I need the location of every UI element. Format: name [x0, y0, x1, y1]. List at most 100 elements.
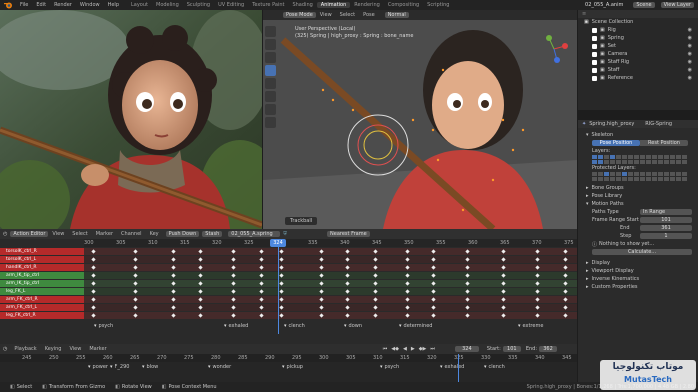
layer-toggle[interactable]	[604, 160, 609, 164]
scene-selector[interactable]: Scene	[633, 2, 655, 8]
keyframe-diamond[interactable]	[345, 304, 350, 310]
marker[interactable]: ▾ psych	[380, 364, 399, 370]
channel-name[interactable]: handIK_ctrl_R	[0, 263, 84, 271]
layer-toggle[interactable]	[610, 172, 615, 176]
layer-toggle[interactable]	[598, 172, 603, 176]
keyframe-diamond[interactable]	[405, 264, 410, 270]
pose-position-button[interactable]: Pose Position	[592, 140, 640, 146]
layer-toggle[interactable]	[622, 155, 627, 159]
channel-row[interactable]: handIK_ctrl_R	[0, 263, 577, 271]
keyframe-diamond[interactable]	[373, 312, 378, 318]
keyframe-diamond[interactable]	[345, 280, 350, 286]
keyframe-diamond[interactable]	[563, 280, 568, 286]
frame-step-field[interactable]: 1	[640, 233, 692, 239]
keyframe-diamond[interactable]	[91, 248, 96, 254]
layer-toggle[interactable]	[664, 155, 669, 159]
layer-toggle[interactable]	[628, 160, 633, 164]
keyframe-diamond[interactable]	[198, 248, 203, 254]
keyframe-diamond[interactable]	[501, 264, 506, 270]
blender-logo-icon[interactable]	[3, 1, 13, 9]
keyframe-diamond[interactable]	[171, 256, 176, 262]
keyframe-diamond[interactable]	[319, 280, 324, 286]
keyframe-diamond[interactable]	[431, 304, 436, 310]
layer-toggle[interactable]	[652, 155, 657, 159]
3d-viewport[interactable]: Pose Mode View Select Pose Normal User Per…	[263, 10, 577, 229]
panel-custom-properties[interactable]: ▸ Custom Properties	[578, 283, 698, 291]
dopesheet-menu-view[interactable]: View	[48, 231, 68, 237]
keyframe-diamond[interactable]	[231, 272, 236, 278]
outliner-item[interactable]: ▣ Staff Rig ◉	[578, 58, 698, 66]
keyframe-diamond[interactable]	[563, 264, 568, 270]
action-editor-selector[interactable]: Action Editor	[10, 231, 49, 237]
keyframe-diamond[interactable]	[279, 280, 284, 286]
channel-name[interactable]: arm_IK_tip_ctrl	[0, 279, 84, 287]
keyframe-diamond[interactable]	[279, 264, 284, 270]
layer-toggle[interactable]	[628, 155, 633, 159]
layer-toggle[interactable]	[676, 155, 681, 159]
layer-toggle[interactable]	[676, 172, 681, 176]
measure-tool-icon[interactable]	[265, 117, 276, 128]
keyframe-diamond[interactable]	[431, 280, 436, 286]
outliner-item[interactable]: ▣ Spring ◉	[578, 34, 698, 42]
snapping-selector[interactable]: Nearest Frame	[327, 231, 370, 237]
keyframe-diamond[interactable]	[563, 288, 568, 294]
keyframe-diamond[interactable]	[465, 280, 470, 286]
jump-end-icon[interactable]: ⏭	[428, 346, 437, 352]
layer-toggle[interactable]	[640, 172, 645, 176]
marker[interactable]: ▾ clench	[284, 323, 305, 329]
channel-row[interactable]: arm_IK_tip_ctrl	[0, 271, 577, 279]
workspace-tab-scripting[interactable]: Scripting	[423, 2, 453, 8]
keyframe-diamond[interactable]	[198, 280, 203, 286]
layer-toggle[interactable]	[616, 155, 621, 159]
layer-toggle[interactable]	[622, 177, 627, 181]
rest-position-button[interactable]: Rest Position	[640, 140, 688, 146]
checkbox-icon[interactable]	[592, 75, 597, 81]
end-frame-field[interactable]: 362	[539, 346, 557, 352]
keyframe-diamond[interactable]	[535, 264, 540, 270]
layer-toggle[interactable]	[682, 172, 687, 176]
layer-toggle[interactable]	[604, 155, 609, 159]
outliner-item[interactable]: ▣ Rig ◉	[578, 26, 698, 34]
layer-toggle[interactable]	[634, 177, 639, 181]
channel-name[interactable]: leg_FK_ctrl_R	[0, 311, 84, 319]
eye-icon[interactable]: ◉	[688, 75, 692, 81]
dopesheet-menu-key[interactable]: Key	[146, 231, 163, 237]
layer-toggle[interactable]	[676, 177, 681, 181]
timeline-editor-icon[interactable]: ◷	[3, 346, 7, 352]
subpanel-bone-groups[interactable]: ▸ Bone Groups	[578, 184, 698, 192]
menu-edit[interactable]: Edit	[32, 2, 50, 8]
dopesheet-menu-marker[interactable]: Marker	[92, 231, 117, 237]
action-name-field[interactable]: 02_055_A.spring	[228, 231, 281, 237]
prev-key-icon[interactable]: ◀◆	[389, 346, 401, 352]
keyframe-diamond[interactable]	[133, 248, 138, 254]
marker[interactable]: ▾ blow	[142, 364, 158, 370]
layer-toggle[interactable]	[616, 160, 621, 164]
layer-toggle[interactable]	[664, 177, 669, 181]
start-frame-field[interactable]: 101	[502, 346, 521, 352]
layer-toggle[interactable]	[658, 177, 663, 181]
layer-toggle[interactable]	[598, 160, 603, 164]
view-layer-selector[interactable]: View Layer	[660, 2, 694, 8]
layer-toggle[interactable]	[664, 160, 669, 164]
channel-keyframe-lane[interactable]	[84, 271, 577, 279]
layer-toggle[interactable]	[610, 155, 615, 159]
channel-keyframe-lane[interactable]	[84, 303, 577, 311]
keyframe-diamond[interactable]	[133, 280, 138, 286]
layer-toggle[interactable]	[664, 172, 669, 176]
layer-toggle[interactable]	[652, 172, 657, 176]
marker[interactable]: ▾ pickup	[282, 364, 303, 370]
marker[interactable]: ▾ clench	[484, 364, 505, 370]
keyframe-diamond[interactable]	[171, 248, 176, 254]
layer-toggle[interactable]	[646, 160, 651, 164]
keyframe-diamond[interactable]	[231, 256, 236, 262]
menu-help[interactable]: Help	[104, 2, 123, 8]
channel-name[interactable]: arm_FK_ctrl_R	[0, 295, 84, 303]
keyframe-diamond[interactable]	[501, 312, 506, 318]
layer-toggle[interactable]	[622, 172, 627, 176]
eye-icon[interactable]: ◉	[688, 43, 692, 49]
timeline-menu-view[interactable]: View	[65, 346, 85, 352]
keyframe-diamond[interactable]	[133, 288, 138, 294]
checkbox-icon[interactable]	[592, 43, 597, 49]
checkbox-icon[interactable]	[592, 51, 597, 57]
keyframe-diamond[interactable]	[563, 248, 568, 254]
